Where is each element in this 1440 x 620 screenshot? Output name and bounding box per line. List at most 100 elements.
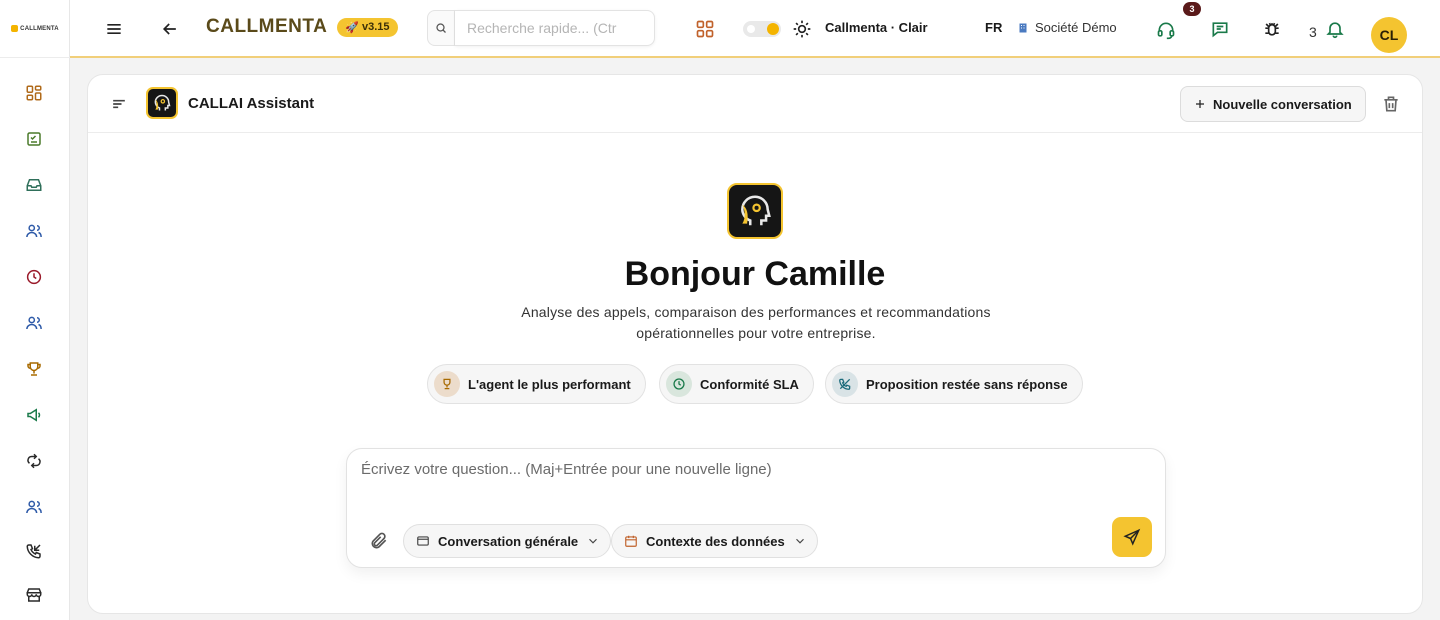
suggestion-chip-unanswered[interactable]: Proposition restée sans réponse xyxy=(825,364,1083,404)
rocket-icon: 🚀 xyxy=(345,21,359,34)
send-icon xyxy=(1123,528,1141,546)
plus-icon xyxy=(1196,100,1204,108)
theme-name: Callmenta · Clair xyxy=(825,20,928,35)
notification-count: 3 xyxy=(1309,24,1317,40)
sidebar-item-store[interactable] xyxy=(20,581,48,609)
ai-head-icon xyxy=(154,94,171,111)
calendar-check-icon xyxy=(27,132,41,146)
suggestion-label: L'agent le plus performant xyxy=(468,376,631,392)
search-icon xyxy=(436,23,446,33)
message-composer: Conversation générale Contexte des donné… xyxy=(346,448,1166,568)
ai-head-icon xyxy=(741,195,771,226)
sidebar-item-users[interactable] xyxy=(20,217,48,245)
topbar: CALLMENTA 🚀 v3.15 Callmenta · Clair FR S… xyxy=(70,0,1440,58)
incoming-call-icon xyxy=(26,544,41,559)
logo-mark-icon xyxy=(11,25,19,32)
sidebar-item-ranking[interactable] xyxy=(20,355,48,383)
attach-button[interactable] xyxy=(367,529,391,553)
version-label: v3.15 xyxy=(362,21,390,33)
message-input[interactable] xyxy=(361,461,1141,501)
sync-icon xyxy=(27,453,41,469)
company-selector[interactable]: Société Démo xyxy=(1017,20,1117,35)
assistant-panel: CALLAI Assistant Nouvelle conversation B… xyxy=(87,74,1423,614)
support-badge: 3 xyxy=(1183,2,1201,16)
sidebar-item-history[interactable] xyxy=(20,263,48,291)
suggestion-label: Conformité SLA xyxy=(700,376,799,392)
theme-toggle[interactable] xyxy=(743,21,781,37)
suggestion-chip-top-agent[interactable]: L'agent le plus performant xyxy=(427,364,646,404)
team-icon xyxy=(26,316,42,330)
data-context-select[interactable]: Contexte des données xyxy=(611,524,818,558)
brand-name: CALLMENTA xyxy=(206,16,328,37)
brand-block: CALLMENTA 🚀 v3.15 xyxy=(206,16,398,38)
assistant-name: CALLAI Assistant xyxy=(188,94,315,112)
conversation-mode-label: Conversation générale xyxy=(438,533,579,549)
sidebar-item-inbox[interactable] xyxy=(20,171,48,199)
conversations-toggle-button[interactable] xyxy=(104,89,134,119)
headset-icon xyxy=(1157,22,1175,40)
greeting-title: Bonjour Camille xyxy=(624,255,886,293)
dashboard-icon xyxy=(26,85,42,101)
notifications-button[interactable] xyxy=(1320,14,1350,44)
calendar-icon xyxy=(625,535,637,547)
light-mode-button[interactable] xyxy=(787,14,817,44)
theme-switch[interactable] xyxy=(743,21,781,37)
language-selector[interactable]: FR xyxy=(985,20,1002,35)
data-context-label: Contexte des données xyxy=(646,533,785,549)
hamburger-icon xyxy=(107,24,121,34)
paperclip-icon xyxy=(371,532,387,549)
sidebar-item-calls[interactable] xyxy=(20,537,48,565)
list-icon xyxy=(113,99,125,109)
assistant-hero-logo xyxy=(727,183,783,239)
search-input[interactable] xyxy=(455,10,655,46)
window-icon xyxy=(417,536,429,546)
trash-icon xyxy=(1384,96,1398,112)
bell-icon xyxy=(1326,22,1344,39)
chevron-down-icon xyxy=(589,538,598,544)
support-button[interactable] xyxy=(1151,15,1181,45)
arrow-left-icon xyxy=(162,23,176,35)
conversation-mode-select[interactable]: Conversation générale xyxy=(403,524,612,558)
users-icon xyxy=(26,224,42,238)
search-icon-button[interactable] xyxy=(427,10,455,46)
megaphone-icon xyxy=(27,408,41,422)
new-conversation-button[interactable]: Nouvelle conversation xyxy=(1180,86,1366,122)
sidebar-item-groups[interactable] xyxy=(20,493,48,521)
bug-icon xyxy=(1265,22,1279,36)
sidebar-item-team[interactable] xyxy=(20,309,48,337)
version-badge: 🚀 v3.15 xyxy=(337,17,398,37)
group-icon xyxy=(26,500,42,514)
apps-grid-icon xyxy=(696,20,714,38)
menu-button[interactable] xyxy=(99,14,129,44)
sidebar-item-integrations[interactable] xyxy=(20,447,48,475)
new-conversation-label: Nouvelle conversation xyxy=(1213,96,1352,112)
assistant-logo xyxy=(146,87,178,119)
sidebar-item-dashboard[interactable] xyxy=(20,79,48,107)
language-label: FR xyxy=(985,20,1003,35)
suggestion-chip-sla[interactable]: Conformité SLA xyxy=(659,364,814,404)
assistant-header: CALLAI Assistant Nouvelle conversation xyxy=(88,75,1422,133)
back-button[interactable] xyxy=(155,14,185,44)
messages-button[interactable] xyxy=(1205,14,1235,44)
sidebar-item-planning[interactable] xyxy=(20,125,48,153)
sidebar-logo-text: CALLMENTA xyxy=(20,25,59,32)
trophy-icon xyxy=(434,371,460,397)
sidebar-logo[interactable]: CALLMENTA xyxy=(0,0,70,58)
delete-conversation-button[interactable] xyxy=(1376,89,1406,119)
bug-report-button[interactable] xyxy=(1257,14,1287,44)
clock-icon xyxy=(666,371,692,397)
sun-icon xyxy=(793,20,811,38)
store-icon xyxy=(26,588,42,602)
assistant-title-block: CALLAI Assistant xyxy=(146,87,314,119)
user-avatar[interactable]: CL xyxy=(1371,17,1407,53)
clock-icon xyxy=(26,269,42,285)
building-icon xyxy=(1019,23,1027,32)
apps-button[interactable] xyxy=(690,14,720,44)
sidebar-item-campaigns[interactable] xyxy=(20,401,48,429)
chat-icon xyxy=(1212,22,1228,38)
inbox-icon xyxy=(26,179,42,191)
sidebar: CALLMENTA xyxy=(0,0,70,620)
send-button[interactable] xyxy=(1112,517,1152,557)
trophy-icon xyxy=(27,362,41,376)
suggestion-label: Proposition restée sans réponse xyxy=(866,376,1068,392)
